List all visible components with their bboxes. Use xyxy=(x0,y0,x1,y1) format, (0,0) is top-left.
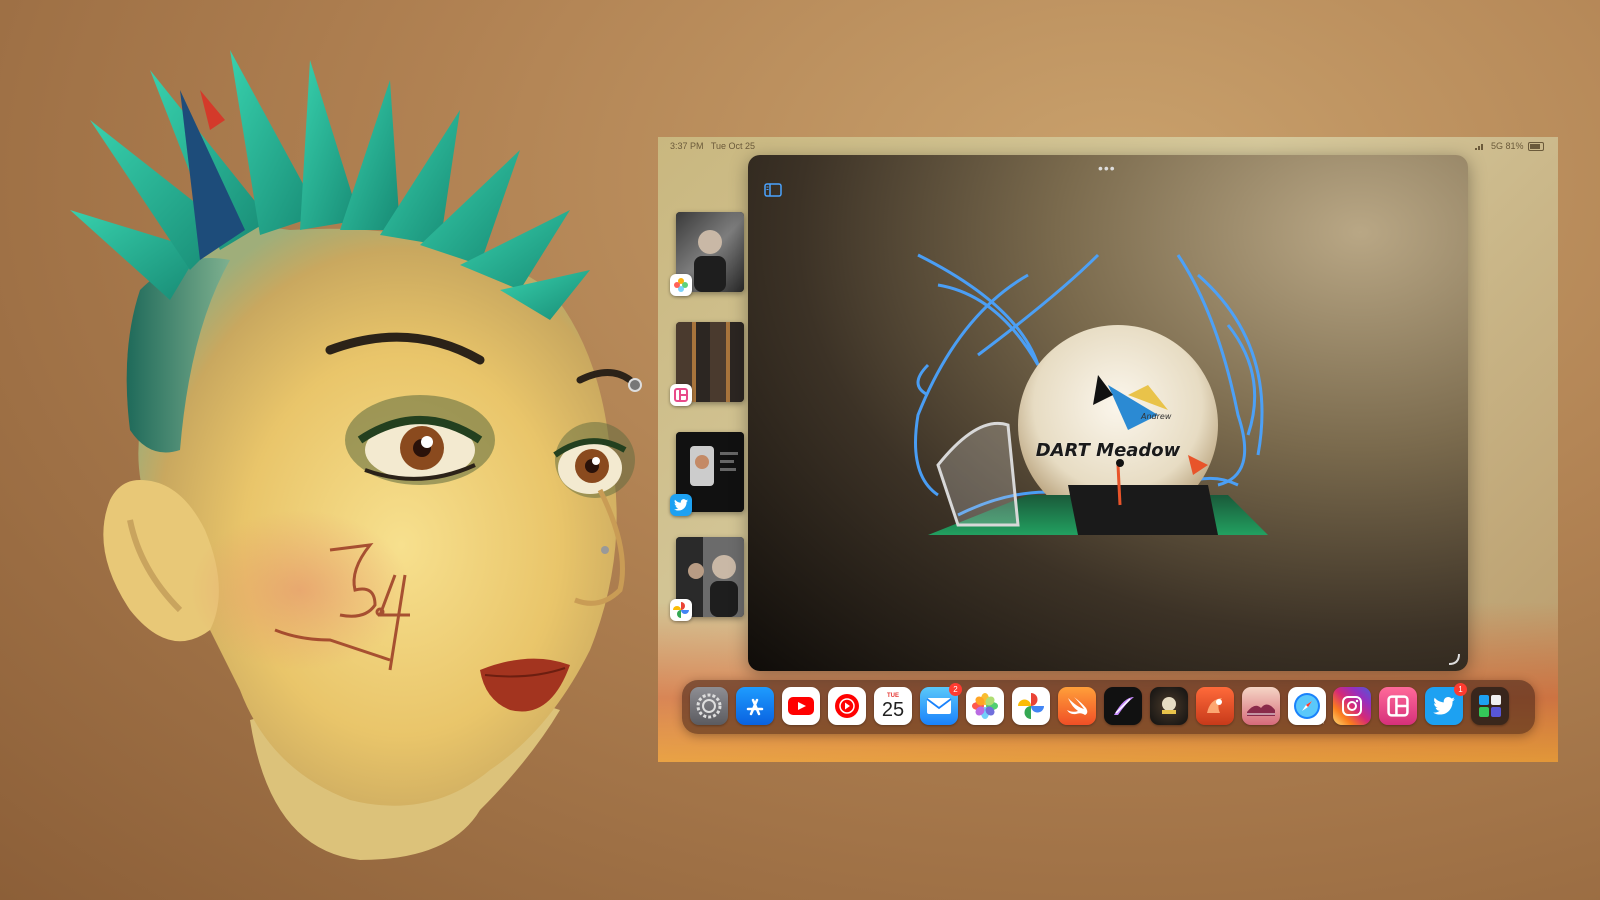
status-bar-left: 3:37 PM Tue Oct 25 xyxy=(670,141,755,151)
photos-icon[interactable] xyxy=(966,687,1004,725)
battery-percent: 81% xyxy=(1505,141,1524,151)
photos-icon[interactable] xyxy=(670,274,692,296)
network-label: 5G xyxy=(1490,141,1503,151)
main-app-window[interactable]: ••• Andrew DART Meadow xyxy=(748,155,1468,671)
swift-playgrounds-icon[interactable] xyxy=(1058,687,1096,725)
avatar-head-illustration xyxy=(70,50,642,860)
status-date: Tue Oct 25 xyxy=(710,141,756,151)
dock-divider xyxy=(1323,690,1324,724)
dock: TUE 25 2 1 xyxy=(682,680,1535,734)
twitter-icon[interactable] xyxy=(670,494,692,516)
twitter-app[interactable]: 1 xyxy=(1425,683,1467,725)
layout-icon[interactable] xyxy=(1379,687,1417,725)
mail-badge: 2 xyxy=(949,683,962,696)
battery-icon xyxy=(1528,142,1544,152)
game-icon[interactable] xyxy=(1150,687,1188,725)
app-store-icon[interactable] xyxy=(736,687,774,725)
vectornator-icon[interactable] xyxy=(1104,687,1142,725)
youtube-music-icon[interactable] xyxy=(828,687,866,725)
calendar-icon[interactable]: TUE 25 xyxy=(874,687,912,725)
safari-icon[interactable] xyxy=(1288,687,1326,725)
settings-icon[interactable] xyxy=(690,687,728,725)
signal-icon xyxy=(1475,144,1484,151)
calendar-date: 25 xyxy=(881,698,905,721)
sidebar-toggle-icon[interactable] xyxy=(764,183,782,197)
youtube-icon[interactable] xyxy=(782,687,820,725)
status-bar-right: 5G 81% xyxy=(1475,141,1544,152)
google-photos-icon[interactable] xyxy=(1012,687,1050,725)
status-time: 3:37 PM xyxy=(670,141,704,151)
app-library-icon[interactable] xyxy=(1471,687,1509,725)
game-logo-artwork xyxy=(914,253,1268,535)
instagram-icon[interactable] xyxy=(1333,687,1371,725)
mail-app[interactable]: 2 xyxy=(920,683,962,725)
window-multitask-menu[interactable]: ••• xyxy=(1098,160,1116,176)
google-photos-icon[interactable] xyxy=(670,599,692,621)
game-title: DART Meadow xyxy=(1035,440,1181,461)
twitter-badge: 1 xyxy=(1454,683,1467,696)
resize-handle-icon[interactable] xyxy=(1448,653,1460,665)
game-studio-label: Andrew xyxy=(1141,412,1172,421)
layout-icon[interactable] xyxy=(670,384,692,406)
ipad-screen: 3:37 PM Tue Oct 25 5G 81% ••• Andrew DAR… xyxy=(658,137,1558,762)
fabric-icon[interactable] xyxy=(1196,687,1234,725)
landscape-icon[interactable] xyxy=(1242,687,1280,725)
